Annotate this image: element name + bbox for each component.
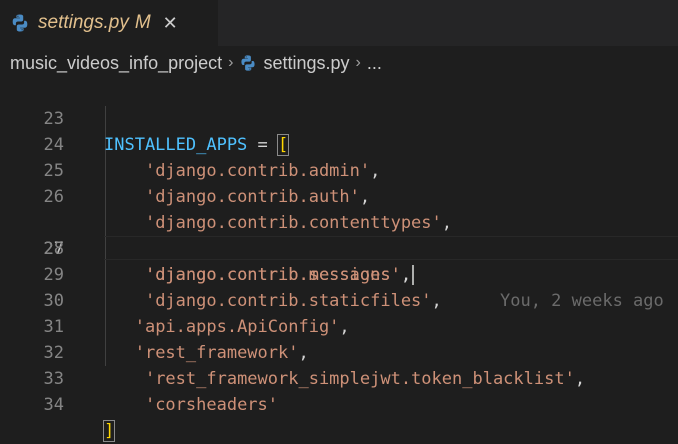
breadcrumb: music_videos_info_project › settings.py … [0,46,678,80]
code-line: 31 'rest_framework', [0,288,678,363]
modified-badge: M [134,12,151,33]
close-icon[interactable]: ✕ [163,13,178,34]
code-line: 23 INSTALLED_APPS = [ [0,80,678,156]
code-line: 33 'corsheaders' [0,340,678,415]
line-content: ] [102,418,116,444]
code-line: 30 'api.apps.ApiConfig', [0,262,678,337]
line-content: 'corsheaders' [104,392,278,418]
string-token: 'corsheaders' [144,395,279,415]
python-icon [241,55,256,71]
chevron-right-icon: › [228,54,234,71]
code-line: 25 'django.contrib.auth', [0,132,678,207]
tab-settings-py[interactable]: settings.py M ✕ [0,0,218,46]
tab-bar: settings.py M ✕ [0,0,678,46]
breadcrumb-folder[interactable]: music_videos_info_project [10,53,222,74]
line-number: 34 [43,395,64,415]
code-line: 26 'django.contrib.contenttypes', [0,158,678,233]
code-area[interactable]: 23 INSTALLED_APPS = [ 24 'django.contrib… [0,80,678,444]
tab-filename: settings.py [38,12,129,33]
breadcrumb-file[interactable]: settings.py [263,53,349,74]
bracket-token: ] [102,420,116,442]
chevron-right-icon: › [355,54,361,71]
code-line: 32 'rest_framework_simplejwt.token_black… [0,314,678,389]
code-line: 34 ] [0,366,678,442]
breadcrumb-more[interactable]: ... [367,53,382,74]
code-editor: settings.py M ✕ music_videos_info_projec… [0,0,678,444]
code-line: 28 'django.contrib.messages', [0,210,678,285]
code-line-active: 27 'django.contrib.sessions', You, 2 wee… [0,184,678,311]
code-line: 24 'django.contrib.admin', [0,106,678,181]
python-icon [12,14,28,32]
code-line: 29 'django.contrib.staticfiles', [0,236,678,311]
